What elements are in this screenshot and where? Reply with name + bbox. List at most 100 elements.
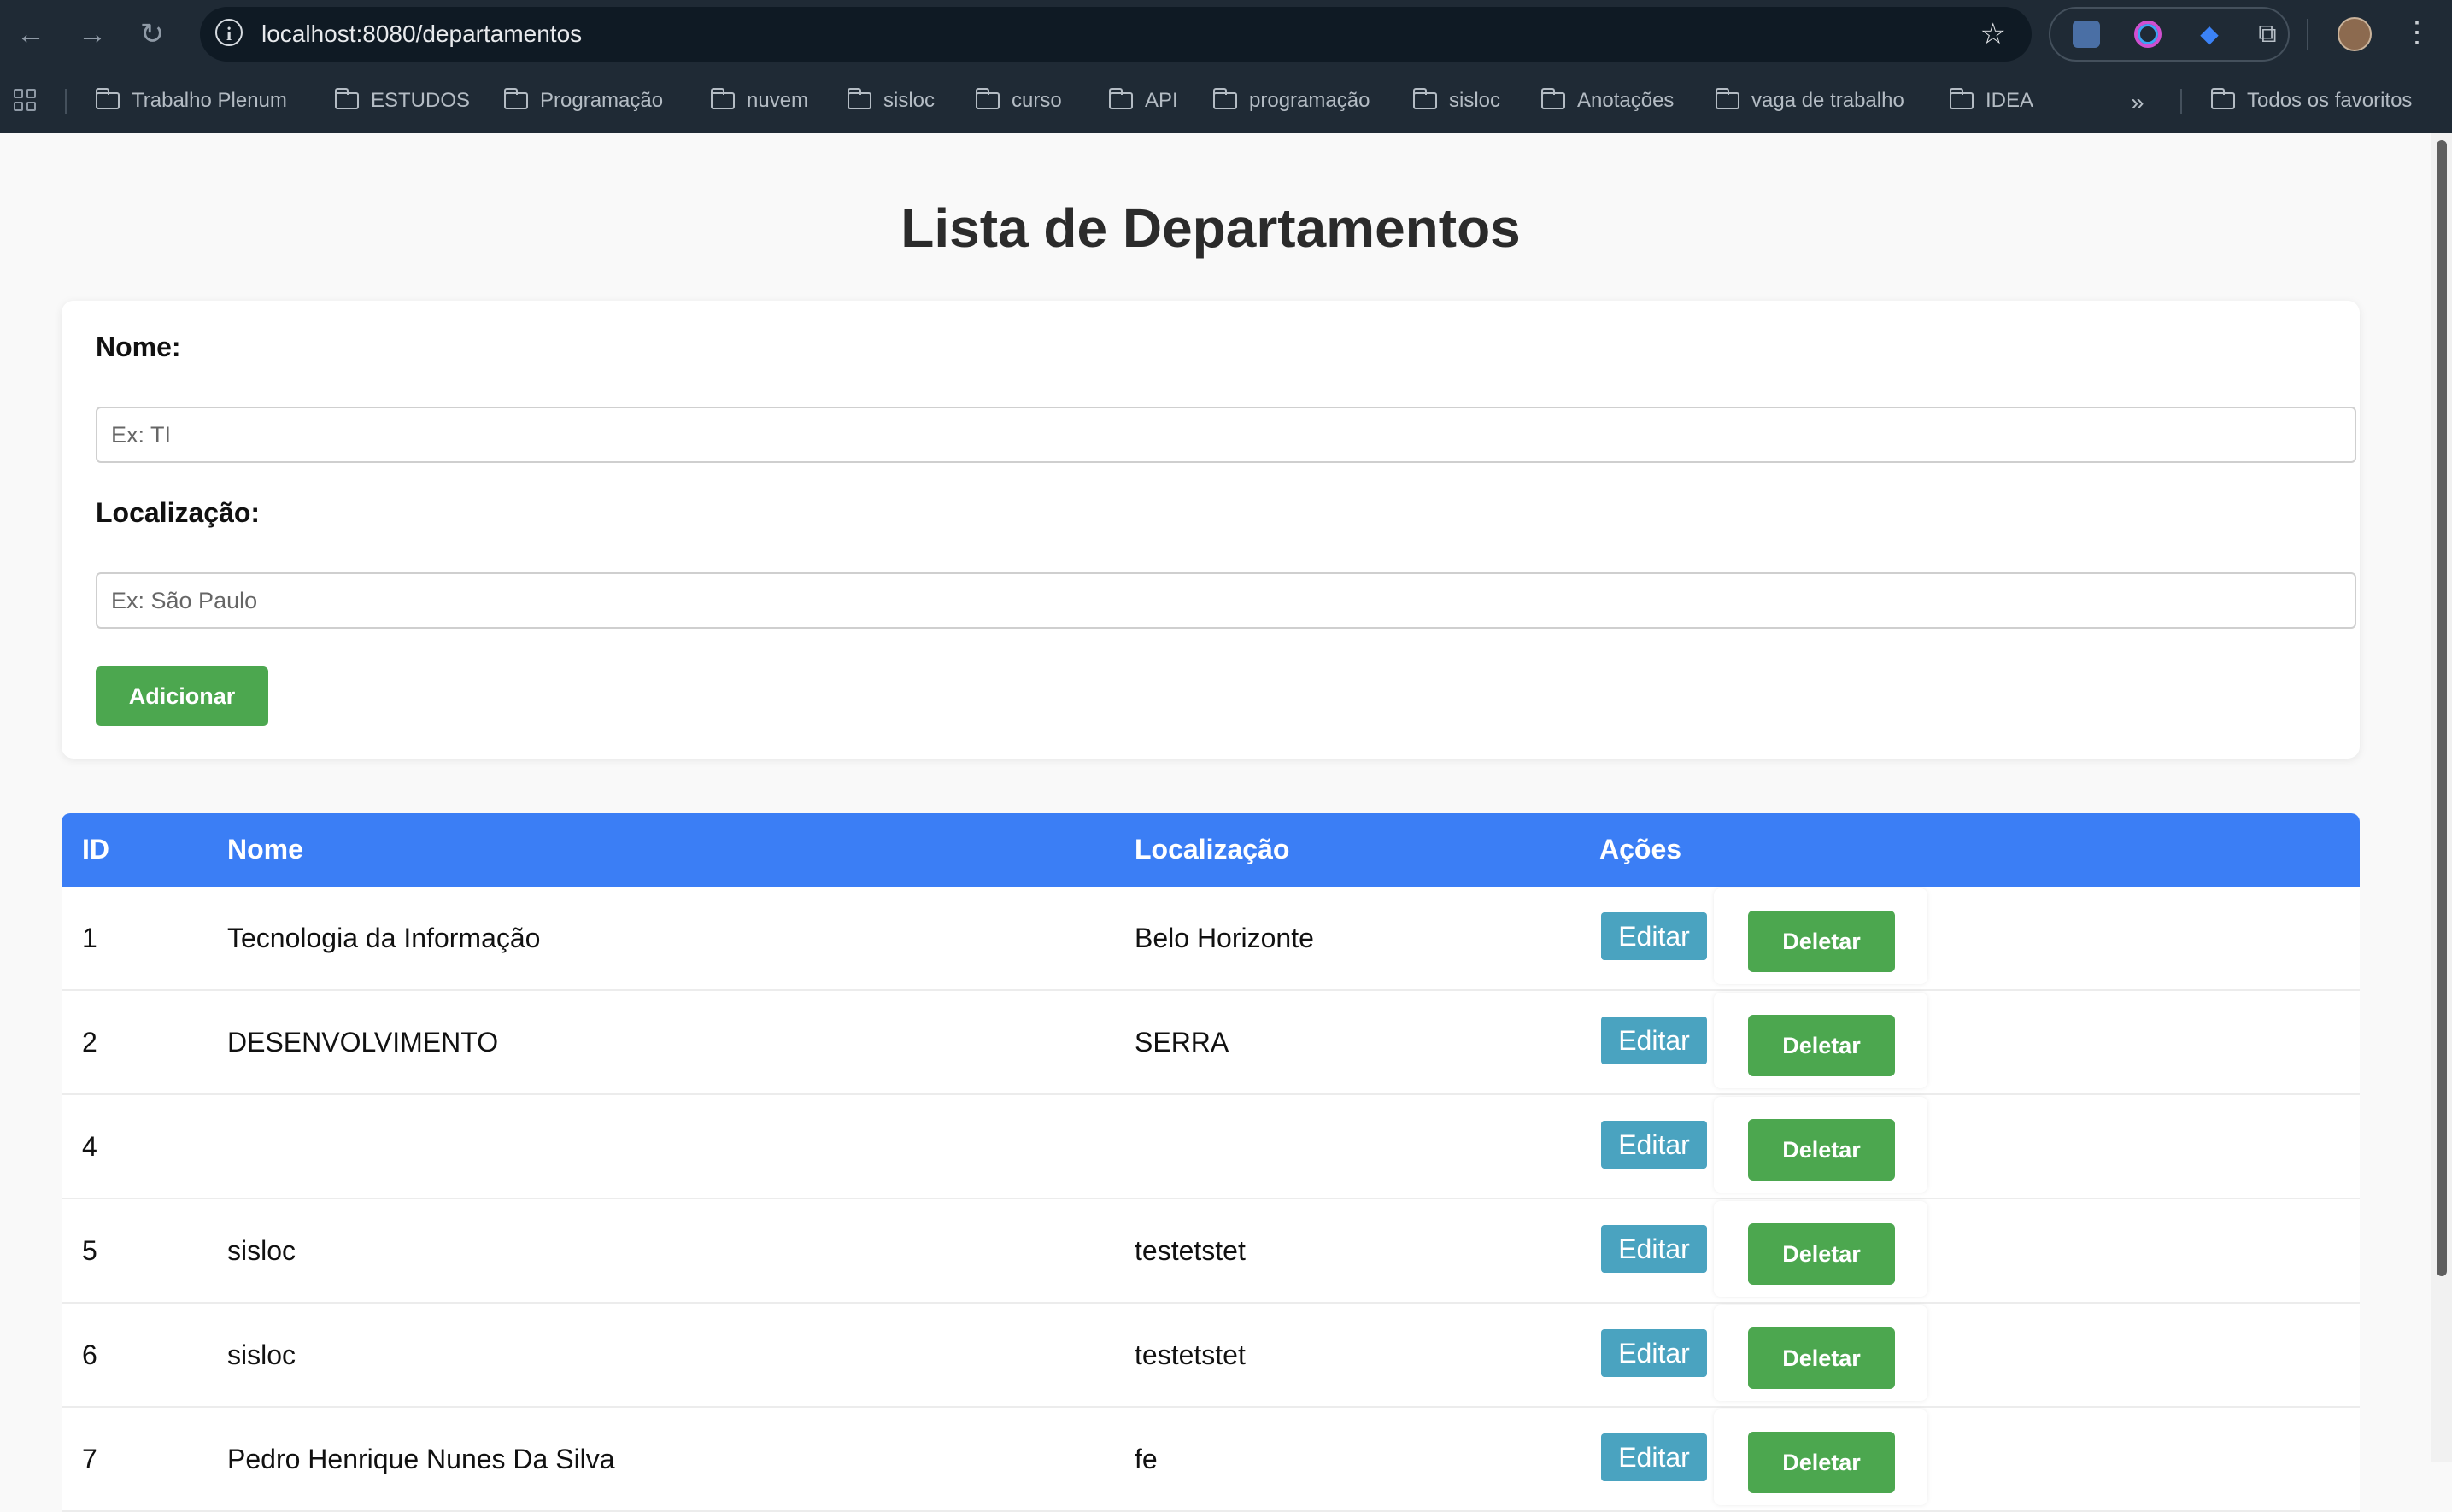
bookmark-label: Programação (540, 89, 664, 112)
bookmark-label: Trabalho Plenum (132, 89, 287, 112)
bookmark-folder[interactable]: IDEA (1950, 85, 2033, 116)
extensions-group: ◆ ⧉ (2049, 7, 2290, 62)
edit-button[interactable]: Editar (1601, 1329, 1707, 1377)
url-text[interactable]: localhost:8080/departamentos (261, 19, 582, 50)
color-extension-icon[interactable] (2134, 21, 2162, 48)
header-nome: Nome (227, 834, 303, 864)
edit-button[interactable]: Editar (1601, 912, 1707, 960)
bookmark-label: API (1145, 89, 1178, 112)
more-bookmarks-icon[interactable]: » (2131, 89, 2144, 116)
address-bar[interactable]: i localhost:8080/departamentos ☆ (200, 7, 2032, 62)
delete-form: Deletar (1714, 1305, 1927, 1401)
cell-id: 4 (82, 1131, 97, 1162)
folder-icon (848, 88, 871, 109)
reload-icon[interactable]: ↻ (133, 15, 171, 53)
cell-id: 5 (82, 1235, 97, 1266)
page-scrollbar[interactable] (2431, 133, 2452, 1462)
delete-button[interactable]: Deletar (1748, 911, 1895, 972)
puzzle-extensions-icon[interactable]: ⧉ (2254, 21, 2281, 48)
info-icon[interactable]: i (215, 19, 243, 46)
delete-button[interactable]: Deletar (1748, 1432, 1895, 1493)
bookmark-folder[interactable]: vaga de trabalho (1716, 85, 1904, 116)
page-title: Lista de Departamentos (900, 197, 1521, 259)
delete-button[interactable]: Deletar (1748, 1015, 1895, 1076)
back-icon[interactable]: ← (12, 15, 50, 53)
cell-localizacao: fe (1135, 1444, 1158, 1474)
localizacao-label: Localização: (96, 497, 261, 528)
delete-form: Deletar (1714, 888, 1927, 984)
edit-button[interactable]: Editar (1601, 1433, 1707, 1481)
vscode-extension-icon[interactable]: ◆ (2196, 21, 2223, 48)
star-icon[interactable]: ☆ (1980, 15, 2006, 53)
header-localizacao: Localização (1135, 834, 1290, 864)
page-content: Lista de Departamentos Nome: Localização… (0, 133, 2431, 1512)
bookmark-folder[interactable]: Anotações (1541, 85, 1674, 116)
bookmark-label: programação (1249, 89, 1370, 112)
scrollbar-thumb[interactable] (2437, 140, 2447, 1276)
cell-id: 7 (82, 1444, 97, 1474)
bookmark-label: Todos os favoritos (2247, 89, 2413, 112)
cell-nome: Pedro Henrique Nunes Da Silva (227, 1444, 615, 1474)
edit-button[interactable]: Editar (1601, 1121, 1707, 1169)
bookmarks-divider (65, 89, 67, 114)
browser-chrome: ← → ↻ i localhost:8080/departamentos ☆ ◆… (0, 0, 2452, 133)
cell-localizacao: testetstet (1135, 1339, 1246, 1370)
delete-button[interactable]: Deletar (1748, 1223, 1895, 1285)
table-row: 6 sisloc testetstet Editar Deletar (62, 1304, 2360, 1408)
bookmark-folder[interactable]: Trabalho Plenum (96, 85, 287, 116)
profile-avatar[interactable] (2338, 17, 2372, 51)
cell-localizacao: testetstet (1135, 1235, 1246, 1266)
localizacao-input[interactable] (96, 572, 2356, 629)
folder-icon (1413, 88, 1437, 109)
delete-form: Deletar (1714, 1201, 1927, 1297)
delete-form: Deletar (1714, 993, 1927, 1088)
bookmark-label: sisloc (1449, 89, 1501, 112)
cell-nome: Tecnologia da Informação (227, 923, 541, 953)
delete-button[interactable]: Deletar (1748, 1119, 1895, 1181)
edit-button[interactable]: Editar (1601, 1017, 1707, 1064)
bookmark-folder[interactable]: sisloc (848, 85, 935, 116)
nome-input[interactable] (96, 407, 2356, 463)
nome-label: Nome: (96, 331, 181, 362)
table-row: 4 Editar Deletar (62, 1095, 2360, 1199)
folder-icon (1950, 88, 1974, 109)
toolbar-divider (2307, 19, 2308, 50)
bookmark-folder[interactable]: curso (976, 85, 1062, 116)
bookmark-label: curso (1012, 89, 1062, 112)
department-form: Nome: Localização: Adicionar (62, 301, 2360, 759)
bookmark-folder[interactable]: nuvem (711, 85, 808, 116)
folder-icon (711, 88, 735, 109)
apps-grid-icon[interactable] (14, 89, 39, 114)
forward-icon[interactable]: → (73, 15, 111, 53)
bookmark-folder[interactable]: sisloc (1413, 85, 1500, 116)
browser-toolbar: ← → ↻ i localhost:8080/departamentos ☆ ◆… (0, 0, 2452, 68)
all-favorites-folder[interactable]: Todos os favoritos (2211, 85, 2412, 116)
bookmark-folder[interactable]: programação (1213, 85, 1370, 116)
delete-form: Deletar (1714, 1097, 1927, 1193)
table-row: 2 DESENVOLVIMENTO SERRA Editar Deletar (62, 991, 2360, 1095)
bookmark-label: ESTUDOS (371, 89, 471, 112)
bookmark-label: vaga de trabalho (1751, 89, 1904, 112)
bookmark-label: nuvem (747, 89, 809, 112)
cell-id: 2 (82, 1027, 97, 1058)
kebab-menu-icon[interactable]: ⋮ (2402, 15, 2431, 53)
bookmark-folder[interactable]: ESTUDOS (335, 85, 470, 116)
bookmark-label: IDEA (1986, 89, 2034, 112)
bookmark-folder[interactable]: API (1109, 85, 1178, 116)
cell-nome: DESENVOLVIMENTO (227, 1027, 499, 1058)
add-button[interactable]: Adicionar (96, 666, 268, 726)
folder-icon (1716, 88, 1739, 109)
cell-localizacao: Belo Horizonte (1135, 923, 1314, 953)
bookmark-folder[interactable]: Programação (504, 85, 663, 116)
folder-icon (335, 88, 359, 109)
edit-button[interactable]: Editar (1601, 1225, 1707, 1273)
bookmarks-bar: Trabalho Plenum ESTUDOS Programação nuve… (0, 77, 2452, 125)
cell-localizacao: SERRA (1135, 1027, 1229, 1058)
folder-icon (2211, 88, 2235, 109)
cell-nome: sisloc (227, 1235, 296, 1266)
translate-extension-icon[interactable] (2073, 21, 2100, 48)
cell-nome: sisloc (227, 1339, 296, 1370)
header-acoes: Ações (1599, 834, 1682, 864)
delete-button[interactable]: Deletar (1748, 1327, 1895, 1389)
folder-icon (1541, 88, 1565, 109)
